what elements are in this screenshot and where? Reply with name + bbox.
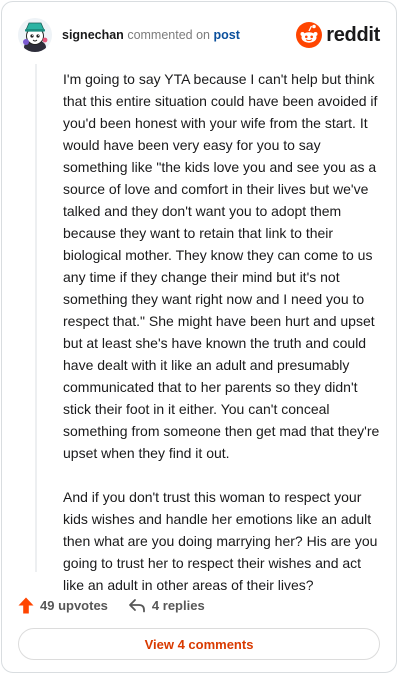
reddit-brand[interactable]: reddit <box>296 22 380 48</box>
thread-line <box>35 64 37 572</box>
upvote-count: 49 upvotes <box>40 597 108 613</box>
replies-button[interactable]: 4 replies <box>128 598 205 613</box>
action-text: commented on <box>127 28 210 42</box>
username-link[interactable]: signechan <box>62 28 124 42</box>
comment-paragraph: And if you don't trust this woman to res… <box>63 489 378 593</box>
upvote-arrow-icon <box>18 597 34 613</box>
replies-count: 4 replies <box>151 597 205 613</box>
reddit-wordmark: reddit <box>326 23 380 46</box>
view-comments-button[interactable]: View 4 comments <box>18 628 380 660</box>
avatar-image <box>18 18 52 52</box>
comment-byline: signechan commented on post <box>62 28 240 42</box>
user-avatar[interactable] <box>18 18 52 52</box>
reply-arrow-icon <box>129 598 145 612</box>
post-link[interactable]: post <box>213 28 239 42</box>
upvote-button[interactable]: 49 upvotes <box>18 597 108 614</box>
comment-header: signechan commented on post reddit <box>18 16 380 56</box>
comment-body: I'm going to say YTA because I can't hel… <box>63 68 383 618</box>
comment-card: signechan commented on post reddit I'm g… <box>1 1 397 673</box>
comment-footer: 49 upvotes 4 replies <box>18 592 205 618</box>
reddit-logo-icon <box>296 22 323 48</box>
comment-paragraph: I'm going to say YTA because I can't hel… <box>63 71 380 461</box>
